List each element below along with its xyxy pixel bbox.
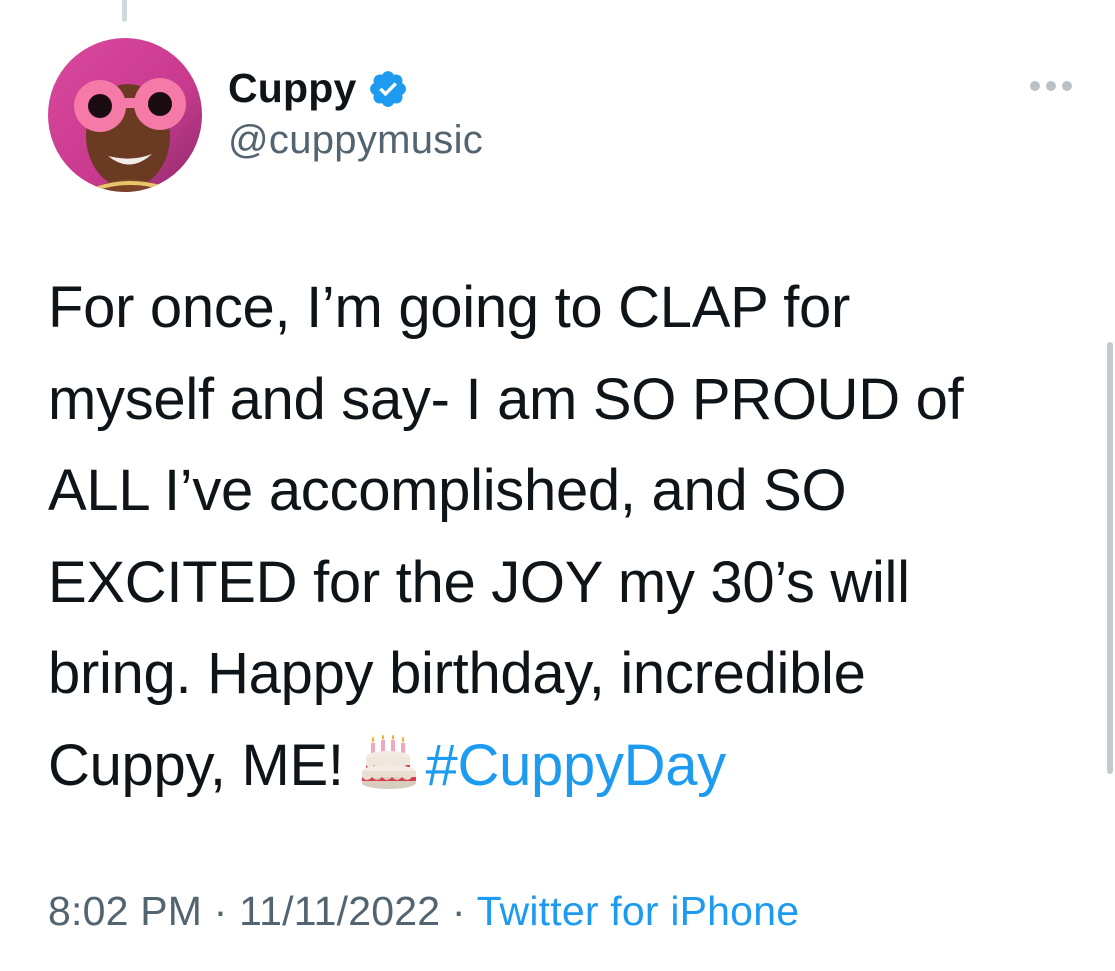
tweet-source-link[interactable]: Twitter for iPhone	[477, 888, 800, 934]
avatar[interactable]	[48, 38, 202, 192]
tweet-meta: 8:02 PM · 11/11/2022 · Twitter for iPhon…	[48, 888, 799, 935]
avatar-photo	[48, 38, 202, 192]
author-handle[interactable]: @cuppymusic	[228, 118, 483, 163]
hashtag-link[interactable]: #CuppyDay	[426, 733, 727, 798]
meta-separator: ·	[440, 888, 477, 934]
verified-badge-icon	[369, 71, 406, 107]
author-name-row[interactable]: Cuppy	[228, 64, 409, 112]
tweet-time[interactable]: 8:02 PM	[48, 888, 202, 934]
tweet-text-line: bring. Happy birthday, incredible	[48, 641, 866, 706]
author-name[interactable]: Cuppy	[228, 65, 357, 112]
scrollbar[interactable]	[1107, 342, 1113, 774]
birthday-cake-icon	[361, 734, 416, 789]
tweet-text-line: For once, I’m going to CLAP for	[48, 275, 851, 340]
thread-connector-line	[122, 0, 127, 22]
tweet-date[interactable]: 11/11/2022	[239, 888, 440, 934]
tweet-text-line: EXCITED for the JOY my 30’s will	[48, 549, 910, 615]
tweet-text-line: ALL I’ve accomplished, and SO	[48, 458, 847, 523]
tweet-text: For once, I’m going to CLAP for myself a…	[48, 262, 1058, 811]
tweet-text-line: myself and say- I am SO PROUD of	[48, 366, 964, 432]
tweet-detail: Cuppy @cuppymusic For once, I’m going to…	[0, 0, 1115, 971]
tweet-text-last-line: Cuppy, ME! #CuppyDay	[48, 720, 1058, 812]
meta-separator: ·	[202, 888, 240, 934]
more-horizontal-icon[interactable]	[1026, 74, 1076, 98]
tweet-text-line: Cuppy, ME!	[48, 732, 344, 798]
